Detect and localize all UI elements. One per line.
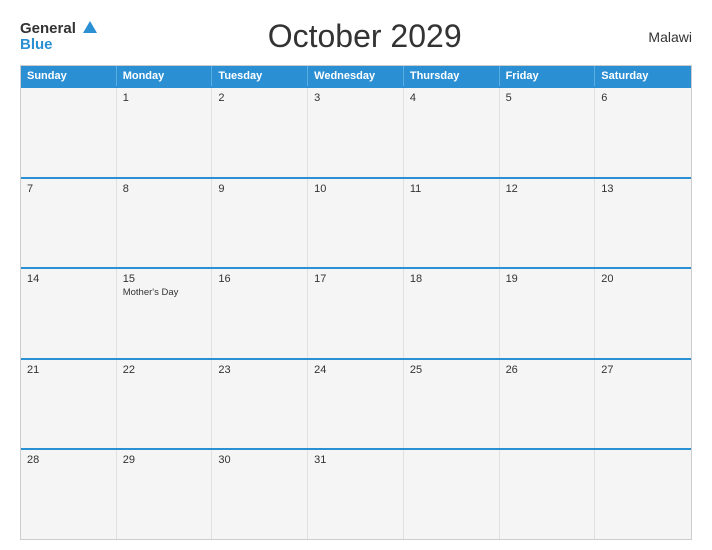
logo: General Blue	[20, 21, 97, 53]
logo-line1: General	[20, 21, 97, 37]
week-row-2: 7 8 9 10 11 12 13	[21, 177, 691, 268]
day-cell	[595, 450, 691, 539]
weeks-container: 1 2 3 4 5 6 7 8 9 10 11 12 13 14	[21, 86, 691, 539]
logo-line2: Blue	[20, 37, 53, 53]
logo-triangle-icon	[83, 21, 97, 33]
day-cell: 10	[308, 179, 404, 268]
header-wednesday: Wednesday	[308, 66, 404, 86]
logo-blue-text: Blue	[20, 36, 53, 53]
week-row-4: 21 22 23 24 25 26 27	[21, 358, 691, 449]
day-cell: 9	[212, 179, 308, 268]
calendar-grid: Sunday Monday Tuesday Wednesday Thursday…	[20, 65, 692, 540]
mothers-day-event: Mother's Day	[123, 287, 206, 298]
day-cell: 2	[212, 88, 308, 177]
day-cell: 26	[500, 360, 596, 449]
day-cell: 8	[117, 179, 213, 268]
day-cell: 18	[404, 269, 500, 358]
header-thursday: Thursday	[404, 66, 500, 86]
day-cell	[404, 450, 500, 539]
day-headers-row: Sunday Monday Tuesday Wednesday Thursday…	[21, 66, 691, 86]
header-friday: Friday	[500, 66, 596, 86]
day-cell: 24	[308, 360, 404, 449]
day-cell: 22	[117, 360, 213, 449]
header-sunday: Sunday	[21, 66, 117, 86]
day-cell: 5	[500, 88, 596, 177]
country-label: Malawi	[632, 29, 692, 45]
day-cell: 4	[404, 88, 500, 177]
header-tuesday: Tuesday	[212, 66, 308, 86]
day-cell: 14	[21, 269, 117, 358]
day-cell: 20	[595, 269, 691, 358]
header-saturday: Saturday	[595, 66, 691, 86]
day-cell: 30	[212, 450, 308, 539]
day-cell: 12	[500, 179, 596, 268]
day-cell: 23	[212, 360, 308, 449]
logo-general-text: General	[20, 20, 76, 37]
day-cell-15: 15 Mother's Day	[117, 269, 213, 358]
day-cell: 6	[595, 88, 691, 177]
day-cell: 27	[595, 360, 691, 449]
day-cell: 17	[308, 269, 404, 358]
week-row-1: 1 2 3 4 5 6	[21, 86, 691, 177]
day-cell: 7	[21, 179, 117, 268]
day-cell	[21, 88, 117, 177]
calendar-title: October 2029	[97, 18, 632, 55]
day-cell: 16	[212, 269, 308, 358]
day-cell: 21	[21, 360, 117, 449]
day-cell: 25	[404, 360, 500, 449]
week-row-5: 28 29 30 31	[21, 448, 691, 539]
day-cell: 11	[404, 179, 500, 268]
calendar-page: General Blue October 2029 Malawi Sunday …	[0, 0, 712, 550]
week-row-3: 14 15 Mother's Day 16 17 18 19 20	[21, 267, 691, 358]
day-cell: 31	[308, 450, 404, 539]
day-cell: 1	[117, 88, 213, 177]
day-cell	[500, 450, 596, 539]
day-cell: 13	[595, 179, 691, 268]
header: General Blue October 2029 Malawi	[20, 18, 692, 55]
day-cell: 3	[308, 88, 404, 177]
day-cell: 28	[21, 450, 117, 539]
day-cell: 29	[117, 450, 213, 539]
header-monday: Monday	[117, 66, 213, 86]
day-cell: 19	[500, 269, 596, 358]
